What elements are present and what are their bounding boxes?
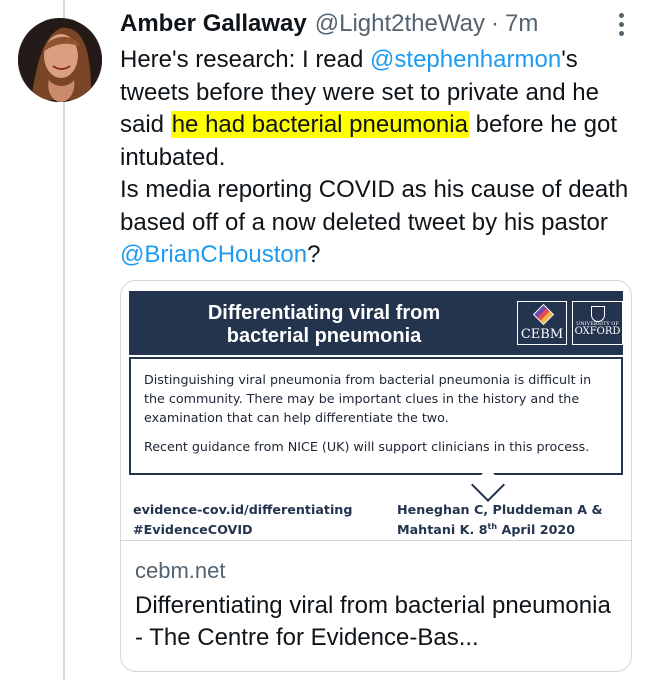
image-date: April 2020: [497, 522, 576, 537]
oxford-crest-icon: UNIVERSITY OF OXFORD: [572, 301, 623, 345]
avatar[interactable]: [18, 18, 102, 102]
image-authors-line2: Mahtani K. 8: [397, 522, 488, 537]
tweet-text-part: Is media reporting COVID as his cause of…: [120, 176, 629, 236]
cebm-logo-icon: CEBM: [517, 301, 567, 345]
image-text-box: Distinguishing viral pneumonia from bact…: [129, 357, 623, 475]
image-footer-left: evidence-cov.id/differentiating #Evidenc…: [133, 500, 352, 540]
oxford-small-text: UNIVERSITY OF: [576, 321, 619, 327]
card-info[interactable]: cebm.net Differentiating viral from bact…: [121, 541, 631, 654]
timestamp[interactable]: 7m: [505, 9, 538, 39]
image-authors: Heneghan C, Pluddeman A &: [397, 502, 603, 517]
author-name[interactable]: Amber Gallaway: [120, 9, 307, 39]
oxford-logo-text: OXFORD: [574, 326, 621, 337]
tweet[interactable]: Amber Gallaway @Light2theWay · 7m Here's…: [120, 8, 635, 272]
separator-dot: ·: [490, 10, 499, 37]
image-footer-right: Heneghan C, Pluddeman A & Mahtani K. 8th…: [397, 500, 603, 540]
image-banner: Differentiating viral from bacterial pne…: [129, 291, 623, 355]
author-handle[interactable]: @Light2theWay: [315, 9, 485, 39]
more-dot: [618, 30, 624, 36]
image-paragraph: Recent guidance from NICE (UK) will supp…: [144, 439, 590, 454]
oxford-shield-icon: [591, 306, 605, 322]
link-preview-card[interactable]: Differentiating viral from bacterial pne…: [120, 280, 632, 672]
card-image[interactable]: Differentiating viral from bacterial pne…: [121, 281, 631, 541]
cebm-logo-text: CEBM: [520, 327, 564, 342]
image-hashtag: #EvidenceCOVID: [133, 522, 253, 537]
tweet-header: Amber Gallaway @Light2theWay · 7m: [120, 8, 635, 40]
mention-link[interactable]: @stephenharmon: [370, 46, 561, 73]
cebm-mark-icon: [532, 303, 555, 326]
image-link: evidence-cov.id/differentiating: [133, 502, 353, 517]
image-title-line: bacterial pneumonia: [226, 325, 422, 347]
highlighted-text: he had bacterial pneumonia: [170, 111, 469, 138]
tweet-text: Here's research: I read @stephenharmon's…: [120, 44, 635, 272]
tweet-text-part: ?: [307, 241, 321, 268]
date-suffix: th: [487, 521, 498, 531]
card-title[interactable]: Differentiating viral from bacterial pne…: [135, 590, 617, 654]
image-paragraph: Distinguishing viral pneumonia from bact…: [144, 372, 592, 425]
thread-connector-line: [63, 0, 65, 680]
mention-link[interactable]: @BrianCHouston: [120, 241, 307, 268]
card-domain[interactable]: cebm.net: [135, 557, 617, 585]
tweet-text-part: Here's research: I read: [120, 46, 371, 73]
more-dot: [618, 12, 624, 18]
more-options-icon[interactable]: [607, 10, 635, 38]
more-dot: [618, 21, 624, 27]
image-title-line: Differentiating viral from: [207, 302, 441, 324]
image-title: Differentiating viral from bacterial pne…: [129, 302, 519, 348]
